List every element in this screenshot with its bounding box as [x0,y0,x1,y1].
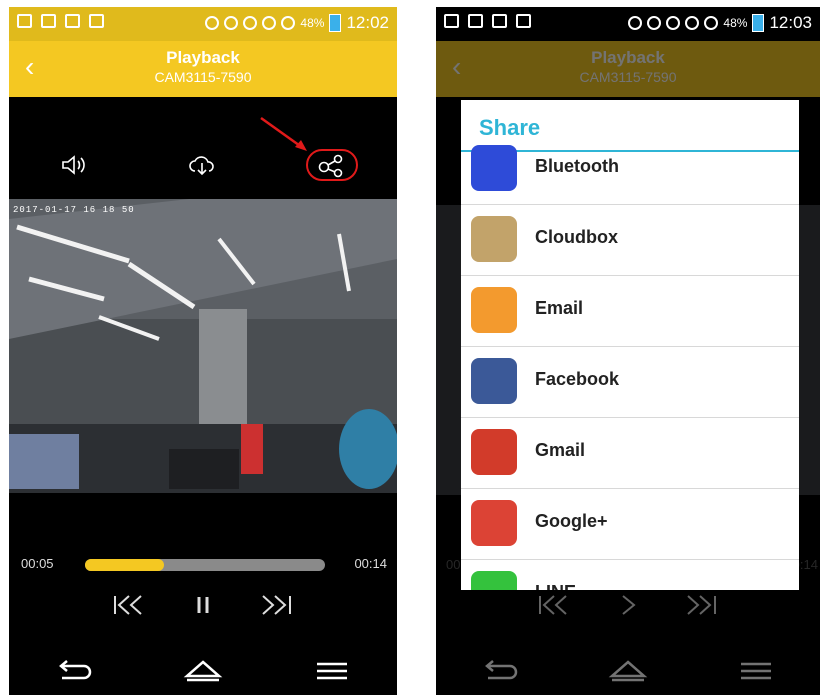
alarm-icon [243,16,258,30]
gmail-icon [471,429,517,475]
share-item-bluetooth[interactable]: Bluetooth [461,134,799,205]
notification-icon [17,14,32,28]
nav-back-button[interactable] [49,651,99,691]
total-time: 00:14 [354,556,387,571]
status-bar: 48% 12:03 [436,7,820,41]
pause-button[interactable] [181,589,225,621]
wifi-icon [685,16,700,30]
notification-icon [468,14,483,28]
android-nav-bar [9,647,397,695]
status-time: 12:02 [346,13,389,32]
phone-screen-share-dialog: 48% 12:03 ‹ Playback CAM3115-7590 00:05 … [436,7,820,695]
progress-row: 00:05 00:14 [9,553,397,577]
wifi-icon [262,16,277,30]
skip-back-icon [114,595,142,615]
battery-icon [329,14,342,32]
battery-percent: 48% [300,16,325,30]
previous-button[interactable] [107,589,151,621]
share-item-gmail[interactable]: Gmail [461,418,799,489]
bluetooth-icon [471,145,517,191]
signal-icon [281,16,296,30]
alarm-icon [666,16,681,30]
bluetooth-status-icon [205,16,220,30]
share-item-line[interactable]: LINE [461,560,799,590]
google-plus-icon [471,500,517,546]
share-item-label: Google+ [535,511,608,531]
video-frame[interactable]: 2017-01-17 16 18 50 [9,199,397,493]
next-button[interactable] [255,589,299,621]
cloudbox-icon [471,216,517,262]
share-highlight-ring [306,149,358,181]
line-icon [471,571,517,590]
status-time: 12:03 [769,13,812,32]
phone-screen-playback: 48% 12:02 ‹ Playback CAM3115-7590 2017-0… [9,7,397,695]
nav-menu-button[interactable] [307,651,357,691]
skip-forward-icon [262,595,291,615]
progress-fill [85,559,165,571]
facebook-icon [471,358,517,404]
share-item-label: Cloudbox [535,227,618,247]
shield-icon [492,14,507,28]
share-item-email[interactable]: Email [461,276,799,347]
download-button[interactable] [183,147,223,183]
share-item-cloudbox[interactable]: Cloudbox [461,205,799,276]
usb-icon [516,14,531,28]
progress-bar[interactable] [85,559,325,571]
shield-icon [65,14,80,28]
vibrate-icon [647,16,662,30]
share-item-label: LINE [535,582,576,590]
bluetooth-status-icon [628,16,643,30]
share-item-label: Gmail [535,440,586,460]
share-app-list[interactable]: Bluetooth Cloudbox Email Facebook Gmail Googl… [461,134,799,590]
cloud-download-icon [189,156,214,176]
pause-icon [197,597,209,613]
back-arrow-icon [58,660,91,680]
speaker-icon [62,155,85,175]
nav-home-button[interactable] [178,651,228,691]
battery-icon [752,14,765,32]
video-scene-image [9,199,397,493]
share-dialog: Share Bluetooth Cloudbox Email Facebook Gmai… [461,100,799,590]
signal-icon [704,16,719,30]
usb-icon [89,14,104,28]
speaker-button[interactable] [55,147,95,183]
share-item-label: Bluetooth [535,156,619,176]
playback-controls [9,589,397,625]
camera-name: CAM3115-7590 [154,69,252,85]
page-title: Playback [166,48,240,67]
app-header: ‹ Playback CAM3115-7590 [9,41,397,97]
vibrate-icon [224,16,239,30]
status-bar: 48% 12:02 [9,7,397,41]
image-icon [41,14,56,28]
share-item-label: Email [535,298,584,318]
elapsed-time: 00:05 [21,556,54,571]
battery-percent: 48% [723,16,748,30]
video-timestamp: 2017-01-17 16 18 50 [13,205,135,215]
email-icon [471,287,517,333]
share-item-google-[interactable]: Google+ [461,489,799,560]
image-icon [444,14,459,28]
share-item-label: Facebook [535,369,620,389]
menu-icon [317,662,348,680]
home-icon [183,660,223,682]
back-chevron-icon[interactable]: ‹ [25,53,34,81]
share-item-facebook[interactable]: Facebook [461,347,799,418]
